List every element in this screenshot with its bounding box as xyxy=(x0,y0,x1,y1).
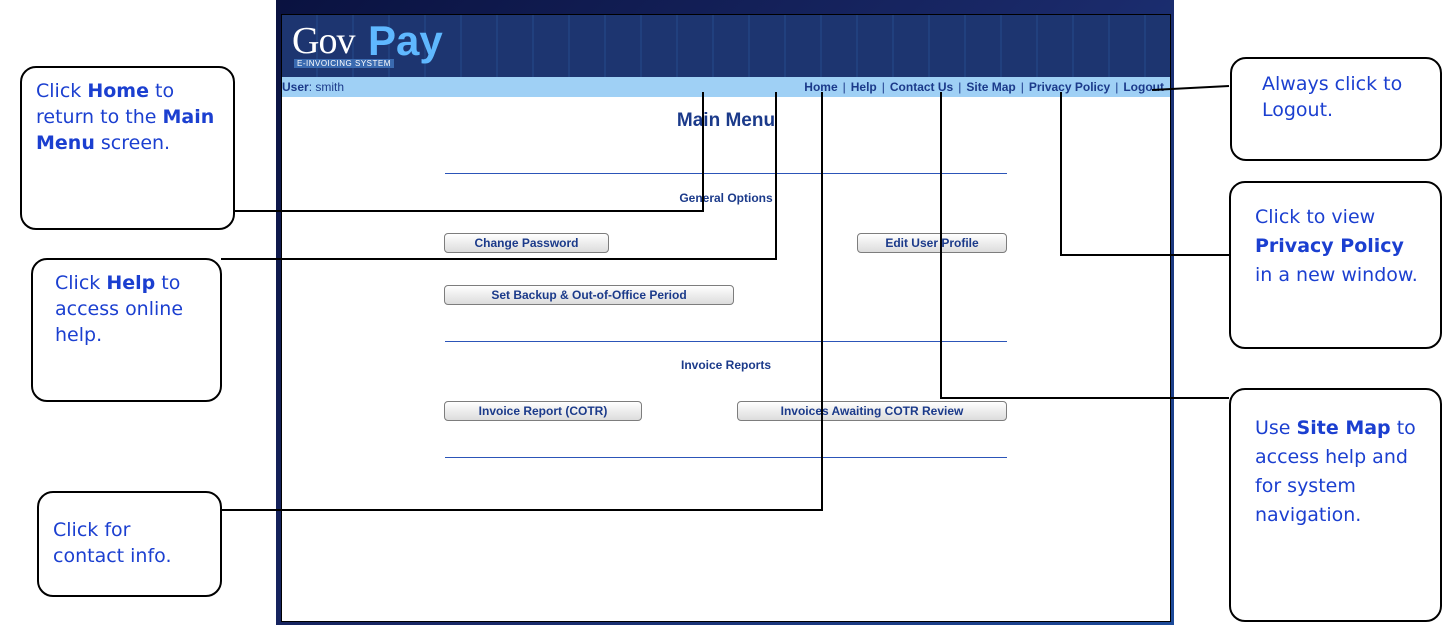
logo-gov-text: Gov xyxy=(292,20,355,62)
callout-text: Click to view xyxy=(1255,206,1376,228)
govpay-app: Gov Pay E-INVOICING SYSTEM User: smith H… xyxy=(281,14,1171,622)
callout-bold: Privacy Policy xyxy=(1255,235,1404,257)
invoice-reports-heading: Invoice Reports xyxy=(680,358,772,372)
govpay-logo: Gov Pay E-INVOICING SYSTEM xyxy=(292,17,452,73)
callout-bold: Help xyxy=(106,272,156,294)
nav-separator: | xyxy=(881,80,885,94)
logout-callout: Always click to Logout. xyxy=(1230,57,1442,161)
general-options-heading: General Options xyxy=(679,191,773,205)
top-nav-bar: User: smith Home | Help | Contact Us | Site Ma… xyxy=(282,77,1170,97)
callout-text: Use xyxy=(1255,417,1297,439)
callout-text: Always click to Logout. xyxy=(1262,73,1403,121)
nav-links: Home | Help | Contact Us | Site Map | Privacy Po… xyxy=(804,80,1164,94)
help-callout: Click Help to access online help. xyxy=(31,258,222,402)
header-banner: Gov Pay E-INVOICING SYSTEM xyxy=(282,15,1170,77)
privacy-callout: Click to view Privacy Policy in a new wi… xyxy=(1229,181,1442,349)
site-map-callout: Use Site Map to access help and for syst… xyxy=(1229,388,1442,622)
nav-separator: | xyxy=(1020,80,1024,94)
nav-contact-us-link[interactable]: Contact Us xyxy=(890,80,953,94)
callout-bold: Home xyxy=(87,80,149,102)
user-name: : smith xyxy=(308,80,345,94)
logo-pay-text: Pay xyxy=(368,17,443,64)
contact-callout: Click for contact info. xyxy=(37,491,222,597)
divider xyxy=(445,341,1007,342)
callout-text: Click for contact info. xyxy=(53,519,172,567)
callout-text: in a new window. xyxy=(1255,264,1418,286)
nav-logout-link[interactable]: Logout xyxy=(1123,80,1164,94)
edit-user-profile-button[interactable]: Edit User Profile xyxy=(857,233,1007,253)
nav-separator: | xyxy=(1115,80,1119,94)
page-title: Main Menu xyxy=(676,110,776,131)
current-user: User: smith xyxy=(282,80,344,94)
nav-privacy-policy-link[interactable]: Privacy Policy xyxy=(1029,80,1110,94)
change-password-button[interactable]: Change Password xyxy=(444,233,609,253)
invoices-awaiting-cotr-review-button[interactable]: Invoices Awaiting COTR Review xyxy=(737,401,1007,421)
divider xyxy=(445,457,1007,458)
nav-help-link[interactable]: Help xyxy=(851,80,877,94)
nav-separator: | xyxy=(958,80,962,94)
nav-separator: | xyxy=(842,80,846,94)
invoice-report-cotr-button[interactable]: Invoice Report (COTR) xyxy=(444,401,642,421)
callout-text: Click xyxy=(55,272,107,294)
set-backup-out-of-office-button[interactable]: Set Backup & Out-of-Office Period xyxy=(444,285,734,305)
user-prefix: User xyxy=(282,80,309,94)
callout-text: Click xyxy=(36,80,88,102)
callout-text: screen. xyxy=(94,132,171,154)
logo-subtitle: E-INVOICING SYSTEM xyxy=(294,59,394,68)
divider xyxy=(445,173,1007,174)
nav-site-map-link[interactable]: Site Map xyxy=(966,80,1015,94)
nav-home-link[interactable]: Home xyxy=(804,80,837,94)
callout-bold: Site Map xyxy=(1296,417,1391,439)
home-callout: Click Home to return to the Main Menu sc… xyxy=(20,66,235,230)
